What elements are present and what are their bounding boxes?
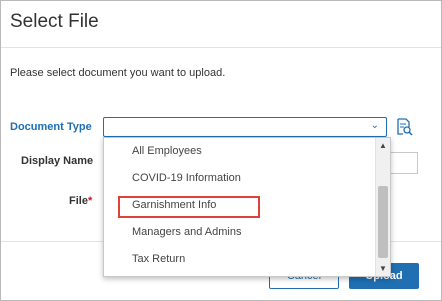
dialog-title: Select File: [10, 11, 99, 32]
dropdown-option[interactable]: Managers and Admins: [104, 219, 376, 246]
dropdown-option[interactable]: Tax Return: [104, 246, 376, 273]
file-label: File*: [69, 195, 92, 207]
select-file-dialog: Select File Please select document you w…: [0, 0, 442, 301]
document-type-dropdown: All Employees COVID-19 Information Garni…: [103, 137, 391, 277]
title-divider: [1, 47, 441, 48]
selection-highlight-box: [118, 196, 260, 218]
document-type-select[interactable]: ⌄: [103, 117, 387, 137]
scroll-up-icon[interactable]: ▲: [379, 141, 387, 150]
file-label-text: File: [69, 195, 88, 207]
scroll-down-icon[interactable]: ▼: [379, 264, 387, 273]
document-search-icon[interactable]: [395, 118, 413, 136]
display-name-label: Display Name: [21, 155, 94, 167]
dropdown-option[interactable]: COVID-19 Information: [104, 165, 376, 192]
display-name-input[interactable]: [387, 152, 418, 174]
scrollbar-thumb[interactable]: [378, 186, 388, 258]
dropdown-scrollbar[interactable]: ▲ ▼: [375, 138, 390, 276]
instructions-text: Please select document you want to uploa…: [10, 67, 226, 79]
chevron-down-icon[interactable]: ⌄: [371, 120, 379, 131]
required-mark: *: [87, 195, 93, 207]
document-type-label: Document Type: [10, 121, 92, 133]
dropdown-option[interactable]: All Employees: [104, 138, 376, 165]
